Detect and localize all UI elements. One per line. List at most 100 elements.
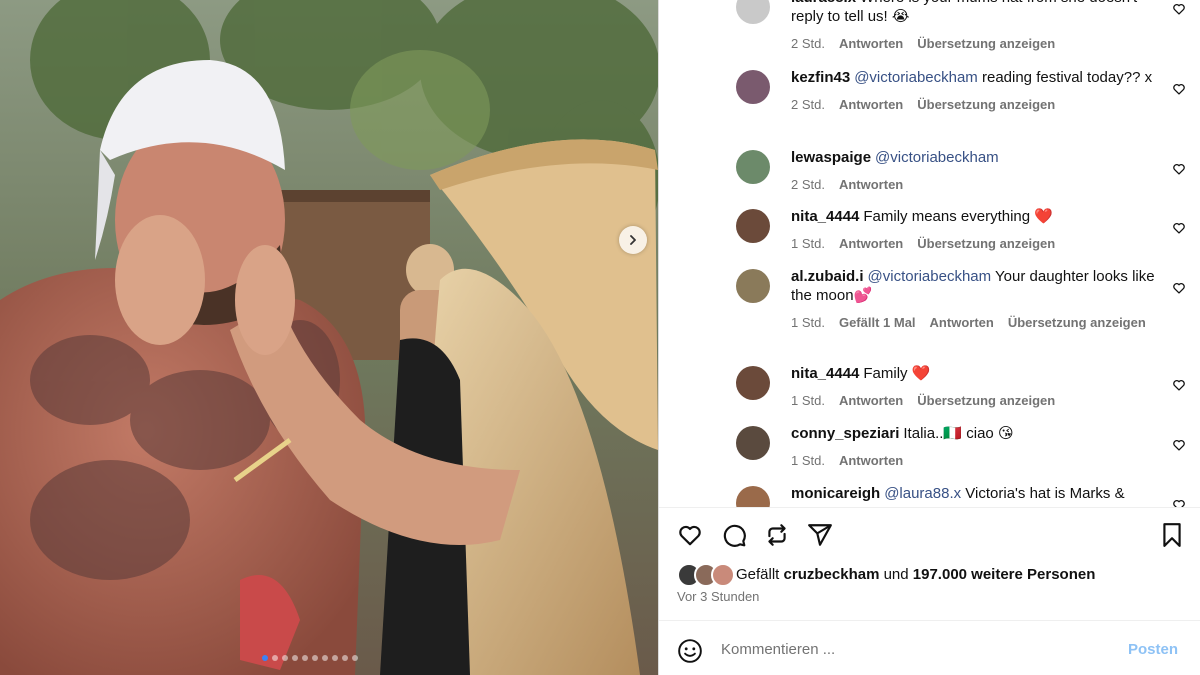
instagram-post-view: laura88.xWhere is your mums hat from she… bbox=[0, 0, 1200, 675]
comment-mention[interactable]: @victoriabeckham bbox=[875, 149, 999, 166]
comment-username[interactable]: nita_4444 bbox=[791, 365, 859, 382]
comment-username[interactable]: laura88.x bbox=[791, 0, 856, 6]
comment-body: laura88.xWhere is your mums hat from she… bbox=[791, 0, 1160, 53]
comment-body: monicareigh @laura88.x Victoria's hat is … bbox=[791, 484, 1160, 503]
bookmark-icon[interactable] bbox=[1159, 522, 1185, 548]
carousel-dot bbox=[332, 655, 338, 661]
translate-button[interactable]: Übersetzung anzeigen bbox=[1008, 313, 1146, 332]
post-button[interactable]: Posten bbox=[1122, 640, 1184, 659]
comment-username[interactable]: lewaspaige bbox=[791, 149, 871, 166]
avatar[interactable] bbox=[736, 209, 770, 243]
comment-message: reading festival today?? x bbox=[981, 69, 1153, 86]
carousel-dot bbox=[292, 655, 298, 661]
comment-meta: 1 Std. Antworten Übersetzung anzeigen bbox=[791, 234, 1160, 253]
comment-like-heart-icon[interactable] bbox=[1172, 438, 1186, 452]
liker-avatar[interactable] bbox=[711, 563, 735, 587]
comment-like-heart-icon[interactable] bbox=[1172, 162, 1186, 176]
comment-username[interactable]: al.zubaid.i bbox=[791, 268, 864, 285]
emoji-icon[interactable] bbox=[677, 638, 703, 664]
comment-text: monicareigh @laura88.x Victoria's hat is … bbox=[791, 484, 1160, 503]
photo-image bbox=[0, 0, 658, 675]
comment-meta: 2 Std. Antworten bbox=[791, 175, 1160, 194]
comment-body: nita_4444 Family means everything ❤️ 1 Std… bbox=[791, 207, 1160, 253]
comment-like-count[interactable]: Gefällt 1 Mal bbox=[839, 313, 916, 332]
reply-button[interactable]: Antworten bbox=[839, 175, 903, 194]
comment-message: Family ❤️ bbox=[863, 365, 931, 382]
send-icon[interactable] bbox=[807, 522, 833, 548]
carousel-dot bbox=[262, 655, 268, 661]
reply-button[interactable]: Antworten bbox=[839, 34, 903, 53]
comment-username[interactable]: kezfin43 bbox=[791, 69, 850, 86]
comment-meta: 2 Std. Antworten Übersetzung anzeigen bbox=[791, 95, 1160, 114]
comment-like-heart-icon[interactable] bbox=[1172, 82, 1186, 96]
avatar[interactable] bbox=[736, 0, 770, 24]
repost-icon[interactable] bbox=[764, 522, 790, 548]
comment-like-heart-icon[interactable] bbox=[1172, 498, 1186, 507]
comment-username[interactable]: monicareigh bbox=[791, 485, 880, 502]
comment-time: 2 Std. bbox=[791, 177, 825, 192]
reply-button[interactable]: Antworten bbox=[839, 234, 903, 253]
comment-time: 1 Std. bbox=[791, 236, 825, 251]
comment-text: nita_4444 Family ❤️ bbox=[791, 364, 1160, 383]
comment-text: al.zubaid.i @victoriabeckham Your daughte… bbox=[791, 267, 1160, 305]
reply-button[interactable]: Antworten bbox=[930, 313, 994, 332]
carousel-dot bbox=[342, 655, 348, 661]
comment-meta: 1 Std. Gefällt 1 Mal Antworten Übersetzung … bbox=[791, 313, 1160, 332]
avatar[interactable] bbox=[736, 366, 770, 400]
translate-button[interactable]: Übersetzung anzeigen bbox=[917, 34, 1055, 53]
avatar[interactable] bbox=[736, 70, 770, 104]
comment-text: laura88.xWhere is your mums hat from she… bbox=[791, 0, 1160, 26]
liker-username[interactable]: cruzbeckham bbox=[784, 566, 880, 583]
comment-like-heart-icon[interactable] bbox=[1172, 2, 1186, 16]
comment-like-heart-icon[interactable] bbox=[1172, 281, 1186, 295]
comment-time: 1 Std. bbox=[791, 453, 825, 468]
post-photo[interactable] bbox=[0, 0, 658, 675]
liker-avatars bbox=[677, 563, 735, 587]
post-side-panel: laura88.xWhere is your mums hat from she… bbox=[658, 0, 1200, 675]
comment-time: 1 Std. bbox=[791, 393, 825, 408]
comment-message: Family means everything ❤️ bbox=[863, 208, 1053, 225]
comment-text: kezfin43 @victoriabeckham reading festiva… bbox=[791, 68, 1160, 87]
comment-text: nita_4444 Family means everything ❤️ bbox=[791, 207, 1160, 226]
reply-button[interactable]: Antworten bbox=[839, 451, 903, 470]
chevron-right-icon bbox=[630, 235, 636, 245]
reply-button[interactable]: Antworten bbox=[839, 95, 903, 114]
likes-section: Gefällt cruzbeckham und 197.000 weitere … bbox=[659, 558, 1200, 620]
comment-input[interactable] bbox=[719, 633, 1113, 665]
carousel-dot bbox=[312, 655, 318, 661]
avatar[interactable] bbox=[736, 150, 770, 184]
comment-like-heart-icon[interactable] bbox=[1172, 378, 1186, 392]
translate-button[interactable]: Übersetzung anzeigen bbox=[917, 391, 1055, 410]
comment-body: conny_speziari Italia..🇮🇹 ciao 😘 1 Std. Ant… bbox=[791, 424, 1160, 470]
reply-button[interactable]: Antworten bbox=[839, 391, 903, 410]
comment-meta: 1 Std. Antworten Übersetzung anzeigen bbox=[791, 391, 1160, 410]
likes-count[interactable]: 197.000 weitere Personen bbox=[913, 566, 1096, 583]
comment-time: 2 Std. bbox=[791, 36, 825, 51]
comment-icon[interactable] bbox=[721, 522, 747, 548]
comment-message: Victoria's hat is Marks & bbox=[965, 485, 1125, 502]
comment-meta: 1 Std. Antworten bbox=[791, 451, 1160, 470]
comment-username[interactable]: nita_4444 bbox=[791, 208, 859, 225]
comment-mention[interactable]: @victoriabeckham bbox=[868, 268, 992, 285]
comment-mention[interactable]: @laura88.x bbox=[884, 485, 961, 502]
comment-meta: 2 Std. Antworten Übersetzung anzeigen bbox=[791, 34, 1160, 53]
comment-like-heart-icon[interactable] bbox=[1172, 221, 1186, 235]
carousel-indicator bbox=[262, 655, 358, 661]
comment-mention[interactable]: @victoriabeckham bbox=[854, 69, 978, 86]
likes-middle: und bbox=[883, 566, 909, 583]
avatar[interactable] bbox=[736, 426, 770, 460]
post-timestamp: Vor 3 Stunden bbox=[677, 589, 760, 604]
avatar[interactable] bbox=[736, 269, 770, 303]
heart-icon[interactable] bbox=[677, 522, 703, 548]
comment-message: Italia..🇮🇹 ciao 😘 bbox=[903, 425, 1014, 442]
comments-list: laura88.xWhere is your mums hat from she… bbox=[659, 0, 1200, 507]
avatar[interactable] bbox=[736, 486, 770, 507]
likes-summary[interactable]: Gefällt cruzbeckham und 197.000 weitere … bbox=[736, 566, 1095, 583]
comment-text: lewaspaige @victoriabeckham bbox=[791, 148, 1160, 167]
next-photo-button[interactable] bbox=[619, 226, 647, 254]
translate-button[interactable]: Übersetzung anzeigen bbox=[917, 234, 1055, 253]
carousel-dot bbox=[282, 655, 288, 661]
carousel-dot bbox=[272, 655, 278, 661]
comment-username[interactable]: conny_speziari bbox=[791, 425, 899, 442]
translate-button[interactable]: Übersetzung anzeigen bbox=[917, 95, 1055, 114]
